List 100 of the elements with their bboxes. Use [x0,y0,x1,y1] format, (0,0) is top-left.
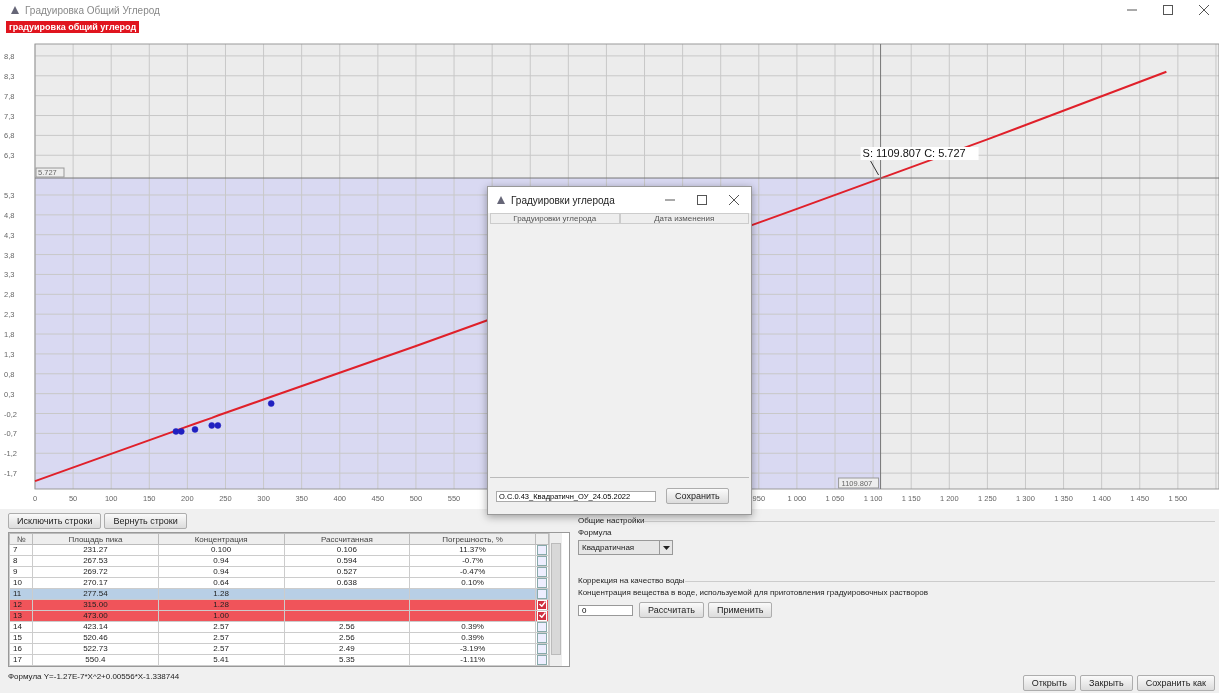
table-cell: 7 [13,545,18,554]
table-cell: 270.17 [83,578,108,587]
checkbox[interactable] [537,655,547,665]
checkbox[interactable] [537,567,547,577]
checkbox[interactable] [537,578,547,588]
description-text: Концентрация вещества в воде, используемой для приготовления градуировочных растворов [578,588,929,597]
table-cell: 267.53 [83,556,108,565]
checkbox[interactable] [537,545,547,555]
table-cell: 0.39% [461,633,484,642]
table-cell: 0.64 [213,578,229,587]
footer-button[interactable]: Закрыть [1080,675,1133,691]
data-point [267,400,275,407]
maximize-icon[interactable] [1163,5,1173,15]
table-row[interactable]: 12 315.00 1.28 [9,599,549,611]
table-row[interactable]: 17 550.4 5.41 5.35 -1.11% [9,654,549,666]
column-header[interactable]: Погрешность, % [409,533,536,545]
concentration-field[interactable]: 0 [578,604,633,616]
table-cell: 5.41 [213,655,229,664]
table-action-button[interactable]: Исключить строки [8,513,102,529]
table-cell: -3.19% [459,644,486,653]
table-cell: 14 [13,622,22,631]
checkbox[interactable] [537,556,547,566]
column-header[interactable]: Дата изменения [619,213,749,224]
table-cell: 231.27 [83,545,108,554]
close-icon[interactable] [729,195,739,205]
table-cell: 1.28 [213,600,229,609]
table-cell: 17 [13,655,22,664]
table-cell: 0.94 [213,567,229,576]
scrollbar[interactable] [549,533,562,666]
table-row[interactable]: 7 231.27 0.100 0.106 11.37% [9,544,549,556]
table-cell: 12 [13,600,22,609]
table-cell: 2.56 [339,633,355,642]
table-cell: 0.106 [336,545,357,554]
table-cell: 0.10% [461,578,484,587]
window-title: Градуировка Общий Углерод [25,4,160,16]
table-cell: 0.638 [336,578,357,587]
checkbox[interactable] [537,622,547,632]
column-header[interactable]: Концентрация [158,533,284,545]
table-cell: 10 [13,578,22,587]
leader-line [870,160,880,176]
footer-button[interactable]: Сохранить как [1136,675,1215,691]
close-icon[interactable] [1199,5,1209,15]
table-cell: 2.57 [213,644,229,653]
column-header[interactable]: Площадь пика [32,533,159,545]
action-button[interactable]: Рассчитать [639,602,704,618]
table-cell: 2.56 [339,622,355,631]
table-cell: 0.594 [336,556,357,565]
table-cell: 5.35 [339,655,355,664]
table-cell: 520.46 [83,633,108,642]
table-row[interactable]: 15 520.46 2.57 2.56 0.39% [9,632,549,644]
calibration-tag: градуировка общий углерод [6,21,140,33]
table-cell: 0.527 [336,567,357,576]
formula-text: Формула Y=-1.27E-7*X^2+0.00556*X-1.338744 [8,672,181,681]
table-cell: 11 [13,589,22,598]
column-header[interactable]: Градуировки углерода [490,213,620,224]
table-row[interactable]: 9 269.72 0.94 0.527 -0.47% [9,566,549,578]
table-cell: 473.00 [83,611,108,620]
column-header[interactable]: № [9,533,33,545]
table-cell: -0.47% [459,567,486,576]
table-cell: 16 [13,644,22,653]
group-title: Общие настройки [578,516,645,525]
table-cell: 1.28 [213,589,229,598]
table-cell: 2.57 [213,622,229,631]
table-cell: 423.14 [83,622,108,631]
table-cell: 269.72 [83,567,108,576]
table-cell: 1.00 [213,611,229,620]
table-row[interactable]: 14 423.14 2.57 2.56 0.39% [9,621,549,633]
table-cell: 15 [13,633,22,642]
table-row[interactable]: 16 522.73 2.57 2.49 -3.19% [9,643,549,655]
checkbox[interactable] [537,633,547,643]
table-cell: 0.100 [211,545,232,554]
maximize-icon[interactable] [697,195,707,205]
table-cell: 13 [13,611,22,620]
checkbox[interactable] [537,644,547,654]
formula-dropdown[interactable]: Квадратичная [578,540,673,555]
table-action-button[interactable]: Вернуть строки [104,513,187,529]
table-cell: 0.39% [461,622,484,631]
action-button[interactable]: Применить [707,602,773,618]
column-header[interactable]: Рассчитанная [284,533,410,545]
table-cell: -0.7% [462,556,484,565]
formula-label: Формула [578,528,612,537]
table-cell: 2.49 [339,644,355,653]
table-cell: 315.00 [83,600,108,609]
table-cell: 0.94 [213,556,229,565]
table-cell: 8 [13,556,18,565]
table-row[interactable]: 11 277.54 1.28 [9,588,549,600]
app-icon [10,5,20,15]
save-button[interactable]: Сохранить [666,488,729,504]
table-row[interactable]: 13 473.00 1.00 [9,610,549,622]
dialog-title: Градуировки углерода [511,194,615,206]
table-cell: 522.73 [83,644,108,653]
caret-icon [662,545,670,550]
column-header[interactable] [535,533,549,545]
table-row[interactable]: 10 270.17 0.64 0.638 0.10% [9,577,549,589]
table-cell: 9 [13,567,18,576]
table-row[interactable]: 8 267.53 0.94 0.594 -0.7% [9,555,549,567]
footer-button[interactable]: Открыть [1022,675,1076,691]
table-cell: -1.11% [460,655,485,664]
data-point [191,426,199,433]
checkbox[interactable] [537,589,547,599]
